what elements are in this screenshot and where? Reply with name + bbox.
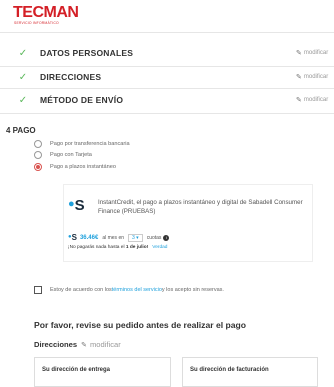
installments-suffix: cuotas <box>146 234 162 241</box>
instantcredit-description: InstantCredit, el pago a plazos instantá… <box>98 199 303 215</box>
instantcredit-logo: ●S <box>68 197 85 214</box>
instantcredit-logo-letter: S <box>74 197 85 214</box>
billing-address-title: Su dirección de facturación <box>190 367 269 373</box>
step-title: MÉTODO DE ENVÍO <box>40 95 124 105</box>
pencil-icon: ✎ <box>81 341 87 349</box>
addresses-edit-link[interactable]: modificar <box>90 340 121 349</box>
payment-step-title: 4 PAGO <box>6 126 36 135</box>
terms-prefix: Estoy de acuerdo con los <box>50 287 112 293</box>
edit-label: modificar <box>303 74 329 80</box>
installments-value: 3 <box>132 234 135 241</box>
instantcredit-panel: ●S InstantCredit, el pago a plazos insta… <box>63 184 313 262</box>
step-datos-personales[interactable]: ✓ DATOS PERSONALES ✎ modificar <box>14 42 334 64</box>
delivery-address-card: Su dirección de entrega <box>34 357 171 387</box>
review-title: Por favor, revise su pedido antes de rea… <box>34 320 247 330</box>
header-divider <box>0 32 334 33</box>
step-direcciones[interactable]: ✓ DIRECCIONES ✎ modificar <box>14 66 334 88</box>
note-date: 1 de julio! <box>125 245 149 250</box>
instantcredit-price-row: ●S 36.46€ al mes en 3 ▾ cuotas i <box>68 233 170 242</box>
addresses-header: Direcciones ✎ modificar <box>34 340 121 349</box>
info-icon[interactable]: i <box>163 234 170 241</box>
edit-label: modificar <box>303 97 329 103</box>
edit-step-button[interactable]: ✎ modificar <box>296 73 328 81</box>
pencil-icon: ✎ <box>296 74 302 81</box>
edit-step-button[interactable]: ✎ modificar <box>296 96 328 104</box>
radio-button-selected[interactable] <box>34 163 42 171</box>
step-title: DIRECCIONES <box>40 72 102 82</box>
pencil-icon: ✎ <box>296 50 302 57</box>
monthly-amount: 36.46€ <box>79 234 99 241</box>
payment-option-transfer[interactable]: Pago por transferencia bancaria <box>34 140 130 148</box>
terms-suffix: y los acepto sin reservas. <box>161 287 224 293</box>
payment-option-instalments[interactable]: Pago a plazos instantáneo <box>34 163 116 171</box>
pencil-icon: ✎ <box>296 97 302 104</box>
per-month-label: al mes en <box>102 234 125 241</box>
payment-option-label: Pago con Tarjeta <box>50 152 92 158</box>
step-divider <box>0 113 334 114</box>
payment-option-label: Pago a plazos instantáneo <box>50 164 116 170</box>
radio-button[interactable] <box>34 151 42 159</box>
payment-option-card[interactable]: Pago con Tarjeta <box>34 151 92 159</box>
check-icon: ✓ <box>18 71 28 83</box>
instantcredit-mini-logo: ●S <box>68 233 77 242</box>
instantcredit-note: ¡No pagarás nada hasta el 1 de julio! Ver… <box>68 245 167 250</box>
delivery-address-title: Su dirección de entrega <box>42 367 111 373</box>
payment-option-label: Pago por transferencia bancaria <box>50 141 130 147</box>
billing-address-card: Su dirección de facturación <box>182 357 318 387</box>
terms-link[interactable]: términos del servicio <box>112 287 162 293</box>
check-icon: ✓ <box>18 47 28 59</box>
edit-label: modificar <box>303 50 329 56</box>
step-metodo-envio[interactable]: ✓ MÉTODO DE ENVÍO ✎ modificar <box>14 89 334 111</box>
mini-logo-letter: S <box>71 233 77 242</box>
terms-checkbox-row[interactable]: Estoy de acuerdo con los términos del se… <box>34 286 224 294</box>
terms-checkbox[interactable] <box>34 286 42 294</box>
brand-name: TECMAN <box>13 4 79 21</box>
check-icon: ✓ <box>18 94 28 106</box>
brand-tagline: SERVICIO INFORMÁTICO <box>14 21 59 25</box>
note-prefix: ¡No pagarás nada hasta el <box>68 245 126 250</box>
addresses-label: Direcciones <box>34 340 78 349</box>
radio-button[interactable] <box>34 140 42 148</box>
edit-step-button[interactable]: ✎ modificar <box>296 49 328 57</box>
step-title: DATOS PERSONALES <box>40 48 134 58</box>
note-link[interactable]: Verdad <box>152 245 167 250</box>
installments-select[interactable]: 3 ▾ <box>128 233 143 242</box>
